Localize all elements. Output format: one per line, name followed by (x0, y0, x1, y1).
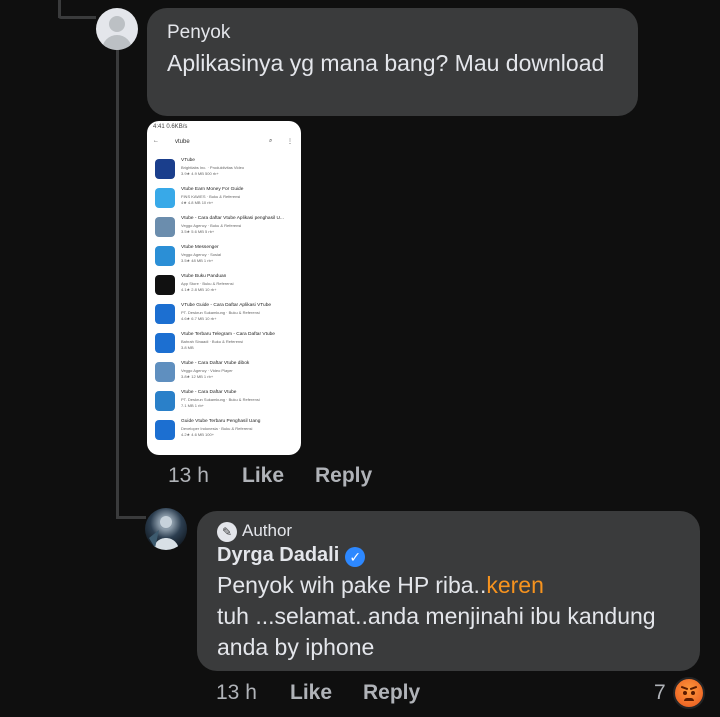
author-avatar-image (149, 516, 179, 550)
reply-text: Penyok wih pake HP riba..keren tuh ...se… (217, 570, 656, 663)
phone-search-query: vtube (175, 139, 190, 145)
app-rating: 4.1★ 2.8 MB 10 rb+ (181, 287, 217, 292)
comment-bubble: Penyok Aplikasinya yg mana bang? Mau dow… (147, 8, 638, 116)
app-title: VTube (181, 158, 195, 163)
app-title: Vtube - Cara daftar Vtube Aplikasi pengh… (181, 216, 284, 221)
reply-bubble: ✎ Author Dyrga Dadali ✓ Penyok wih pake HP… (197, 511, 700, 671)
app-developer: FINS KAWES · Buku & Referensi (181, 194, 241, 199)
app-rating: 7.1 MB 1 rb+ (181, 403, 205, 408)
app-rating: 3.8 MB (181, 345, 194, 350)
author-avatar[interactable] (145, 508, 187, 550)
app-rating: 3.5★ 48 MB 1 rb+ (181, 258, 214, 263)
app-developer: App Store · Buku & Referensi (181, 281, 234, 286)
phone-app-row: Vtube - Cara Daftar Vtube PT. Deskrun Suk… (155, 389, 295, 417)
avatar[interactable] (96, 8, 138, 50)
app-title: Guide Vtube Terbaru Penghasil Uang (181, 419, 261, 424)
author-badge: ✎ Author (217, 521, 292, 542)
reply-like-button[interactable]: Like (290, 681, 332, 705)
phone-app-row: Guide Vtube Terbaru Penghasil Uang Develo… (155, 418, 295, 446)
mic-icon: ⋮ (287, 139, 293, 145)
reply-reply-button[interactable]: Reply (363, 681, 420, 705)
app-title: Vtube Messenger (181, 245, 219, 250)
reply-text-highlight[interactable]: keren (486, 572, 544, 598)
phone-app-row: VTube Guide - Cara Daftar Aplikasi VTube… (155, 302, 295, 330)
reply-text-line-1: Penyok wih pake HP riba..keren (217, 570, 656, 601)
pencil-icon: ✎ (217, 521, 237, 542)
app-icon (155, 188, 175, 208)
reply-text-line-3: anda by iphone (217, 634, 375, 660)
search-icon: ⌕ (269, 138, 273, 144)
reply-button[interactable]: Reply (315, 464, 372, 488)
app-rating: 4.6★ 6.7 MB 10 rb+ (181, 316, 217, 321)
reply-text-line-1-start: Penyok wih pake HP riba.. (217, 572, 487, 598)
app-rating: 3.8★ 12 MB 1 rb+ (181, 374, 214, 379)
phone-status-bar: 4:41 0.6KB/s (153, 124, 188, 130)
app-rating: 4★ 4.8 MB 10 rb+ (181, 200, 214, 205)
reply-author-row: Dyrga Dadali ✓ (217, 544, 366, 567)
app-icon (155, 275, 175, 295)
app-developer: Veggo Agency · Sosial (181, 252, 222, 257)
phone-app-row: Vtube Earn Money For Guide FINS KAWES · B… (155, 186, 295, 214)
app-title: Vtube Buku Panduan (181, 274, 227, 279)
angry-reaction-icon[interactable] (673, 677, 705, 709)
app-icon (155, 159, 175, 179)
phone-search-bar: ← vtube ⌕ ⋮ (153, 138, 295, 150)
phone-app-row: VTube Brightlabs Inc. · Produktivitas Vid… (155, 157, 295, 185)
back-arrow-icon: ← (153, 138, 159, 144)
app-icon (155, 217, 175, 237)
phone-app-row: Vtube - Cara daftar Vtube Aplikasi pengh… (155, 215, 295, 243)
thread-line-branch (58, 16, 96, 19)
app-rating: 3.5★ 5.6 MB 5 rb+ (181, 229, 215, 234)
phone-app-row: Vtube - Cara Daftar Vtube dibok Veggo Age… (155, 360, 295, 388)
verified-badge-icon: ✓ (345, 546, 366, 567)
app-title: Vtube - Cara Daftar Vtube dibok (181, 361, 250, 366)
app-developer: Brightlabs Inc. · Produktivitas Video (181, 165, 245, 170)
reaction-count[interactable]: 7 (654, 681, 666, 705)
app-developer: Veggo Agency · Buku & Referensi (181, 223, 242, 228)
phone-app-row: Vtube Messenger Veggo Agency · Sosial 3.5★… (155, 244, 295, 272)
thread-line-reply-branch (116, 516, 146, 519)
app-title: VTube Guide - Cara Daftar Aplikasi VTube (181, 303, 272, 308)
phone-app-row: Vtube Buku Panduan App Store · Buku & Ref… (155, 273, 295, 301)
app-rating: 4.2★ 4.6 MB 100+ (181, 432, 215, 437)
app-icon (155, 391, 175, 411)
reply-timestamp[interactable]: 13 h (216, 681, 257, 705)
app-developer: Veggo Agency · Video Player (181, 368, 233, 373)
author-badge-label: Author (242, 521, 293, 540)
app-developer: Developer Indonesia · Buku & Referensi (181, 426, 253, 431)
app-developer: Bahrah Sinaadi · Buku & Referensi (181, 339, 244, 344)
comment-timestamp[interactable]: 13 h (168, 464, 209, 488)
app-icon (155, 304, 175, 324)
comment-image-attachment[interactable]: 4:41 0.6KB/s ← vtube ⌕ ⋮ VTube Brightlabs… (147, 121, 301, 455)
reply-author-name[interactable]: Dyrga Dadali (217, 544, 339, 566)
reply-text-line-2: tuh ...selamat..anda menjinahi ibu kandu… (217, 603, 656, 629)
comment-text: Aplikasinya yg mana bang? Mau download (167, 50, 605, 76)
app-title: Vtube Earn Money For Guide (181, 187, 244, 192)
app-developer: PT. Deskrun Sukamkung · Buku & Referensi (181, 310, 260, 315)
app-rating: 3.9★ 4.9 MB 500 rb+ (181, 171, 219, 176)
app-icon (155, 362, 175, 382)
app-icon (155, 420, 175, 440)
app-icon (155, 333, 175, 353)
phone-app-row: Vtube Terbaru Telegram - Cara Daftar Vtu… (155, 331, 295, 359)
app-developer: PT. Deskrun Sukamkung · Buku & Referensi (181, 397, 260, 402)
comment-author-name[interactable]: Penyok (167, 22, 230, 44)
app-title: Vtube - Cara Daftar Vtube (181, 390, 237, 395)
app-icon (155, 246, 175, 266)
app-title: Vtube Terbaru Telegram - Cara Daftar Vtu… (181, 332, 275, 337)
like-button[interactable]: Like (242, 464, 284, 488)
thread-line-reply (116, 50, 119, 518)
